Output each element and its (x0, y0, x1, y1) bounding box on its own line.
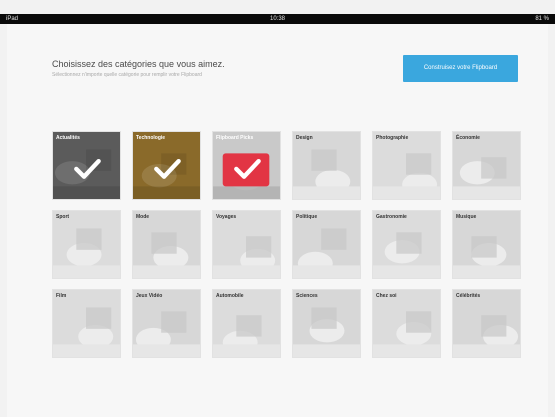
economy-icon (453, 132, 520, 199)
gamepad-icon (133, 290, 200, 357)
category-label: Célébrités (456, 293, 481, 299)
airplane-icon (213, 211, 280, 278)
category-tile[interactable]: Photographie (372, 131, 441, 200)
category-label: Économie (456, 135, 480, 141)
page-title: Choisissez des catégories que vous aimez… (52, 59, 225, 69)
category-tile[interactable]: Musique (452, 210, 521, 279)
soccer-ball-icon (53, 211, 120, 278)
build-flipboard-button[interactable]: Construisez votre Flipboard (403, 55, 518, 82)
category-label: Film (56, 293, 67, 299)
food-icon (373, 211, 440, 278)
category-tile[interactable]: Flipboard Picks (212, 131, 281, 200)
category-tile[interactable]: Design (292, 131, 361, 200)
category-label: Design (296, 135, 313, 141)
music-icon (453, 211, 520, 278)
category-label: Technologie (136, 135, 166, 141)
category-label: Jeux Vidéo (136, 293, 163, 299)
category-tile[interactable]: Automobile (212, 289, 281, 358)
page-subtitle: Sélectionnez n'importe quelle catégorie … (52, 72, 202, 78)
category-label: Voyages (216, 214, 237, 220)
fashion-icon (133, 211, 200, 278)
category-picker-screen: Choisissez des catégories que vous aimez… (7, 24, 548, 417)
category-tile[interactable]: Jeux Vidéo (132, 289, 201, 358)
category-tile[interactable]: Film (52, 289, 121, 358)
design-icon (293, 132, 360, 199)
celebrity-icon (453, 290, 520, 357)
columns-icon (293, 211, 360, 278)
screen-icon (53, 290, 120, 357)
category-tile[interactable]: Voyages (212, 210, 281, 279)
clock: 10:38 (269, 16, 285, 22)
category-tile[interactable]: Politique (292, 210, 361, 279)
category-tile[interactable]: Technologie (132, 131, 201, 200)
category-tile[interactable]: Actualités (52, 131, 121, 200)
category-tile[interactable]: Gastronomie (372, 210, 441, 279)
category-label: Politique (296, 214, 318, 220)
category-label: Musique (456, 214, 477, 220)
car-icon (213, 290, 280, 357)
checkmark-icon (234, 158, 261, 179)
category-label: Gastronomie (376, 214, 407, 220)
category-label: Automobile (216, 293, 244, 299)
checkmark-icon (74, 158, 101, 179)
category-label: Photographie (376, 135, 409, 141)
ipad-frame: iPad 10:38 81 % Choisissez des catégorie… (0, 0, 555, 417)
category-tile[interactable]: Sciences (292, 289, 361, 358)
status-bar: iPad 10:38 81 % (0, 14, 555, 24)
category-tile[interactable]: Célébrités (452, 289, 521, 358)
category-grid: Actualités Technologie Flipboard Picks Desi… (52, 131, 521, 358)
category-label: Mode (136, 214, 150, 220)
checkmark-icon (154, 158, 181, 179)
category-label: Sciences (296, 293, 318, 299)
category-tile[interactable]: Économie (452, 131, 521, 200)
home-icon (373, 290, 440, 357)
category-label: Chez soi (376, 293, 397, 299)
category-label: Actualités (56, 135, 80, 141)
category-label: Sport (56, 214, 70, 220)
category-tile[interactable]: Chez soi (372, 289, 441, 358)
science-icon (293, 290, 360, 357)
category-label: Flipboard Picks (216, 135, 254, 141)
category-tile[interactable]: Mode (132, 210, 201, 279)
camera-icon (373, 132, 440, 199)
battery-label: 81 % (535, 16, 549, 22)
category-tile[interactable]: Sport (52, 210, 121, 279)
